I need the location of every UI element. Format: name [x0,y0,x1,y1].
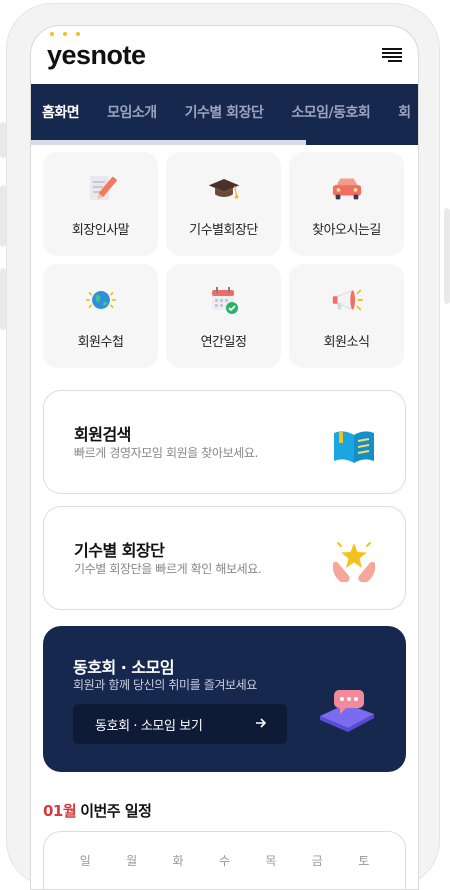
megaphone-icon [330,283,364,317]
quick-menu-label: 연간일정 [200,334,247,350]
quick-menu-label: 회원소식 [323,334,370,350]
quick-menu-member-news[interactable]: 회원소식 [289,264,404,368]
presidents-card[interactable]: 기수별 회장단 기수별 회장단을 빠르게 확인 해보세요. [43,506,406,610]
presidents-card-title: 기수별 회장단 [74,541,165,560]
logo-text: yesnote [47,39,146,70]
weekday-label: 수 [218,854,230,868]
logo-dots [50,31,80,36]
tab-about[interactable]: 모임소개 [107,102,157,122]
weekday-label: 토 [358,854,370,868]
member-search-card[interactable]: 회원검색 빠르게 경영자모임 회원을 찾아보세요. [43,390,406,494]
presidents-card-subtitle: 기수별 회장단을 빠르게 확인 해보세요. [74,562,262,576]
quick-menu-label: 회장인사말 [71,222,130,238]
phone-power-button [444,208,450,304]
tab-presidents[interactable]: 기수별 회장단 [185,102,264,122]
arrow-right-icon [255,717,267,732]
quick-menu-directory[interactable]: 회원수첩 [43,264,158,368]
car-icon [330,171,364,205]
quick-menu-annual-schedule[interactable]: 연간일정 [166,264,281,368]
schedule-month: 01월 [43,802,77,820]
hamburger-menu-icon[interactable] [382,48,402,62]
app-screen: yesnote 홈화면 모임소개 기수별 회장단 소모임/동호회 회 회장인사말… [30,25,419,890]
quick-menu-greeting[interactable]: 회장인사말 [43,152,158,256]
club-banner-subtitle: 회원과 함께 당신의 취미를 즐겨보세요 [73,678,257,692]
quick-menu-grid: 회장인사말 기수별회장단 찾아오시는길 회원수첩 연간일정 회원소식 [31,145,418,368]
tab-clubs[interactable]: 소모임/동호회 [291,102,370,122]
tab-more[interactable]: 회 [398,102,411,122]
graduation-cap-icon [207,171,241,205]
brand-logo[interactable]: yesnote [47,31,146,71]
weekday-label: 일 [79,854,91,868]
weekday-label: 목 [265,854,277,868]
weekday-label: 화 [172,854,184,868]
app-header: yesnote [31,26,418,84]
weekly-schedule-calendar: 일 월 화 수 목 금 토 [43,831,406,889]
star-hands-icon [329,537,379,587]
schedule-title: 이번주 일정 [80,802,152,820]
club-view-button-label: 동호회 · 소모임 보기 [95,718,203,734]
tab-home[interactable]: 홈화면 [42,102,80,122]
phone-volume-down-button [0,268,6,330]
tab-scroll-indicator [31,140,418,145]
weekday-label: 월 [126,854,138,868]
weekday-label: 금 [311,854,323,868]
phone-side-button [0,122,6,158]
calendar-check-icon [207,283,241,317]
quick-menu-directions[interactable]: 찾아오시는길 [289,152,404,256]
quick-menu-label: 회원수첩 [77,334,124,350]
club-banner-title: 동호회 · 소모임 [73,658,175,677]
main-tab-bar: 홈화면 모임소개 기수별 회장단 소모임/동호회 회 [31,84,418,140]
club-view-button[interactable]: 동호회 · 소모임 보기 [73,704,287,744]
notepad-pencil-icon [84,171,118,205]
open-book-icon [329,421,379,471]
club-banner: 동호회 · 소모임 회원과 함께 당신의 취미를 즐겨보세요 동호회 · 소모임… [43,626,406,772]
weekly-schedule-heading: 01월 이번주 일정 [43,800,418,821]
member-search-title: 회원검색 [74,425,131,444]
quick-menu-label: 기수별회장단 [189,222,258,238]
quick-menu-label: 찾아오시는길 [312,222,381,238]
chat-bubble-icon [316,682,378,732]
phone-volume-up-button [0,185,6,247]
member-search-subtitle: 빠르게 경영자모임 회원을 찾아보세요. [74,446,258,460]
quick-menu-presidents[interactable]: 기수별회장단 [166,152,281,256]
globe-icon [84,283,118,317]
